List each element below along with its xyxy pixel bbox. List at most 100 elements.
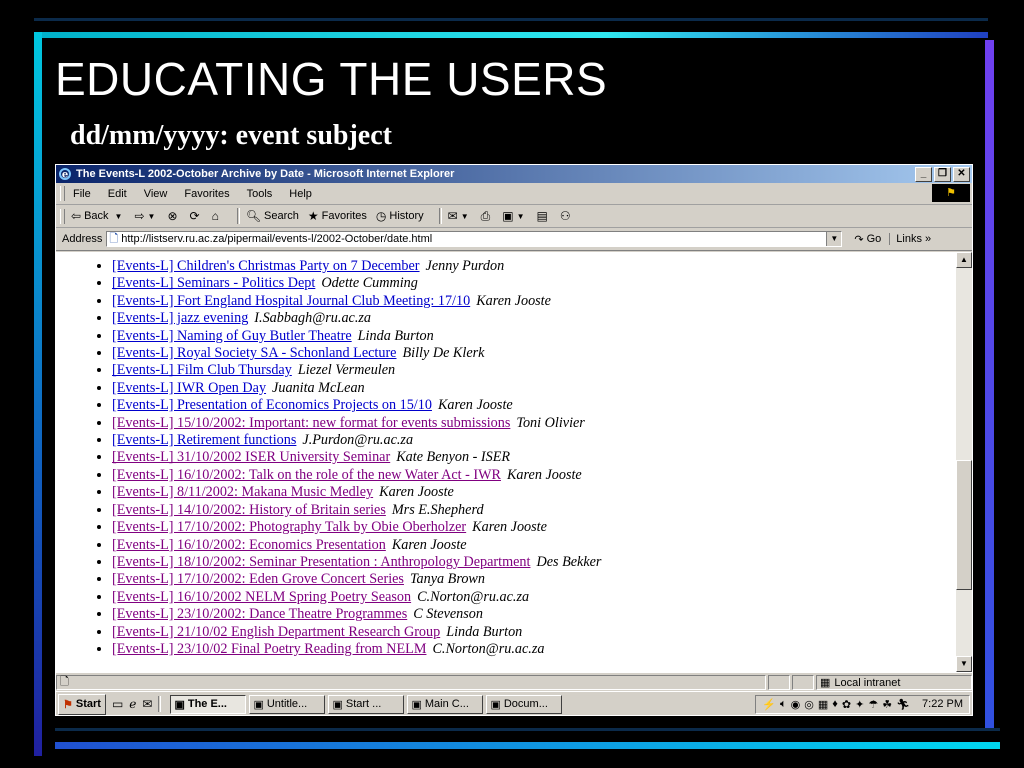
event-subject-link[interactable]: [Events-L] 14/10/2002: History of Britai… — [112, 502, 386, 518]
tray-icon[interactable]: ♦ — [832, 698, 838, 710]
back-label: Back — [84, 210, 109, 222]
toolbar-separator — [236, 208, 240, 224]
search-button[interactable]: 🔍︎ Search — [246, 209, 299, 223]
menu-help[interactable]: Help — [289, 188, 312, 200]
history-button[interactable]: ◷ History — [376, 209, 424, 223]
event-subject-link[interactable]: [Events-L] 8/11/2002: Makana Music Medle… — [112, 484, 373, 500]
menu-favorites[interactable]: Favorites — [184, 188, 229, 200]
address-input[interactable]: 🗋︎ http://listserv.ru.ac.za/pipermail/ev… — [106, 231, 843, 247]
search-icon: 🔍︎ — [245, 209, 262, 223]
stop-button[interactable]: ⊗ — [167, 209, 180, 223]
event-subject-link[interactable]: [Events-L] 16/10/2002 NELM Spring Poetry… — [112, 589, 411, 605]
task-button[interactable]: ▣ Main C... — [407, 694, 484, 714]
list-item: [Events-L] Retirement functions J.Purdon@… — [112, 432, 956, 449]
task-button[interactable]: ▣ Start ... — [328, 694, 405, 714]
task-label: Main C... — [424, 698, 469, 710]
event-subject-link[interactable]: [Events-L] 31/10/2002 ISER University Se… — [112, 449, 390, 465]
event-subject-link[interactable]: [Events-L] Film Club Thursday — [112, 362, 292, 378]
list-item: [Events-L] 18/10/2002: Seminar Presentat… — [112, 554, 956, 571]
start-button[interactable]: ⚑ Start — [58, 693, 106, 715]
forward-button[interactable]: ⇨ ▼ — [134, 209, 158, 223]
zone-label: Local intranet — [834, 676, 901, 689]
tray-icon[interactable]: ◉ — [791, 698, 801, 711]
print-button[interactable]: ⎙ — [481, 209, 494, 224]
home-button[interactable]: ⌂ — [212, 209, 222, 223]
toolbar-separator — [438, 208, 442, 224]
event-subject-link[interactable]: [Events-L] IWR Open Day — [112, 380, 266, 396]
menu-view[interactable]: View — [144, 188, 168, 200]
event-subject-link[interactable]: [Events-L] Presentation of Economics Pro… — [112, 397, 432, 413]
address-dropdown-icon[interactable]: ▼ — [826, 232, 842, 246]
scroll-up-icon[interactable]: ▲ — [956, 252, 972, 268]
edit-button[interactable]: ▣ ▼ — [502, 209, 527, 223]
event-subject-link[interactable]: [Events-L] 21/10/02 English Department R… — [112, 624, 440, 640]
refresh-button[interactable]: ⟳ — [190, 209, 203, 223]
volume-icon[interactable]: 🔈︎ — [780, 698, 787, 711]
tray-icon[interactable]: ⚡ — [762, 698, 776, 711]
menu-edit[interactable]: Edit — [108, 188, 127, 200]
start-label: Start — [75, 698, 101, 710]
tray-icon[interactable]: 🏃︎ — [896, 698, 910, 711]
tray-icon[interactable]: ✦ — [855, 698, 864, 711]
scroll-thumb[interactable] — [956, 460, 972, 590]
tray-icon[interactable]: ☘ — [882, 698, 892, 711]
maximize-button[interactable]: ❐ — [934, 166, 951, 182]
tray-icon[interactable]: ◎ — [804, 698, 814, 711]
event-subject-link[interactable]: [Events-L] 23/10/02 Final Poetry Reading… — [112, 641, 426, 657]
event-subject-link[interactable]: [Events-L] Retirement functions — [112, 432, 296, 448]
event-subject-link[interactable]: [Events-L] Seminars - Politics Dept — [112, 275, 315, 291]
links-button[interactable]: Links » — [889, 233, 931, 245]
vertical-scrollbar[interactable]: ▲ ▼ — [956, 252, 972, 672]
task-button[interactable]: ▣ Untitle... — [249, 694, 326, 714]
discuss-icon: ▤ — [536, 209, 548, 223]
list-item: [Events-L] Film Club Thursday Liezel Verm… — [112, 362, 956, 379]
event-subject-link[interactable]: [Events-L] 16/10/2002: Talk on the role … — [112, 467, 501, 483]
window-titlebar[interactable]: e The Events-L 2002-October Archive by D… — [56, 165, 972, 183]
taskbar-separator — [158, 696, 162, 712]
menubar-grip[interactable] — [60, 186, 65, 201]
ie-quicklaunch-icon[interactable]: ℯ — [129, 697, 136, 711]
event-subject-link[interactable]: [Events-L] 16/10/2002: Economics Present… — [112, 537, 386, 553]
event-subject-link[interactable]: [Events-L] 17/10/2002: Photography Talk … — [112, 519, 466, 535]
event-subject-link[interactable]: [Events-L] 18/10/2002: Seminar Presentat… — [112, 554, 530, 570]
messenger-icon: ⚇ — [559, 209, 571, 223]
go-button[interactable]: ↷ Go — [854, 233, 881, 246]
event-subject-link[interactable]: [Events-L] 23/10/2002: Dance Theatre Pro… — [112, 606, 407, 622]
toolbar-grip[interactable] — [60, 208, 65, 224]
event-subject-link[interactable]: [Events-L] Royal Society SA - Schonland … — [112, 345, 396, 361]
tray-icon[interactable]: ✿ — [842, 698, 851, 711]
event-subject-link[interactable]: [Events-L] 15/10/2002: Important: new fo… — [112, 415, 510, 431]
minimize-button[interactable]: _ — [915, 166, 932, 182]
list-item: [Events-L] 16/10/2002: Economics Present… — [112, 537, 956, 554]
task-buttons: ▣ The E... ▣ Untitle... ▣ Start ... ▣ Main C...… — [167, 694, 563, 714]
favorites-button[interactable]: ★ Favorites — [308, 209, 367, 223]
close-button[interactable]: ✕ — [953, 166, 970, 182]
tray-icon[interactable]: ☂ — [868, 698, 878, 711]
mail-dropdown-icon: ▼ — [460, 211, 469, 221]
outlook-quicklaunch-icon[interactable]: ✉ — [142, 697, 152, 711]
event-subject-link[interactable]: [Events-L] Fort England Hospital Journal… — [112, 293, 470, 309]
menu-tools[interactable]: Tools — [247, 188, 273, 200]
task-button[interactable]: ▣ The E... — [170, 694, 247, 714]
history-icon: ◷ — [375, 209, 387, 223]
menu-file[interactable]: File — [73, 188, 91, 200]
calendar-icon[interactable]: ▦ — [818, 698, 828, 711]
task-app-icon: ▣ — [411, 698, 422, 711]
clock[interactable]: 7:22 PM — [922, 698, 963, 710]
event-subject-link[interactable]: [Events-L] Naming of Guy Butler Theatre — [112, 328, 352, 344]
list-item: [Events-L] Naming of Guy Butler Theatre L… — [112, 328, 956, 345]
task-button[interactable]: ▣ Docum... — [486, 694, 563, 714]
list-item: [Events-L] Children's Christmas Party on… — [112, 258, 956, 275]
show-desktop-icon[interactable]: ▭ — [112, 697, 123, 711]
event-subject-link[interactable]: [Events-L] jazz evening — [112, 310, 248, 326]
event-subject-link[interactable]: [Events-L] Children's Christmas Party on… — [112, 258, 420, 274]
scroll-down-icon[interactable]: ▼ — [956, 656, 972, 672]
event-subject-link[interactable]: [Events-L] 17/10/2002: Eden Grove Concer… — [112, 571, 404, 587]
messenger-button[interactable]: ⚇ — [560, 209, 574, 223]
event-author: C Stevenson — [413, 606, 483, 623]
discuss-button[interactable]: ▤ — [537, 209, 551, 223]
events-list: [Events-L] Children's Christmas Party on… — [56, 258, 956, 658]
back-button[interactable]: ⇦ Back ▼ — [71, 209, 125, 223]
list-item: [Events-L] 17/10/2002: Photography Talk … — [112, 519, 956, 536]
mail-button[interactable]: ✉ ▼ — [448, 209, 472, 223]
